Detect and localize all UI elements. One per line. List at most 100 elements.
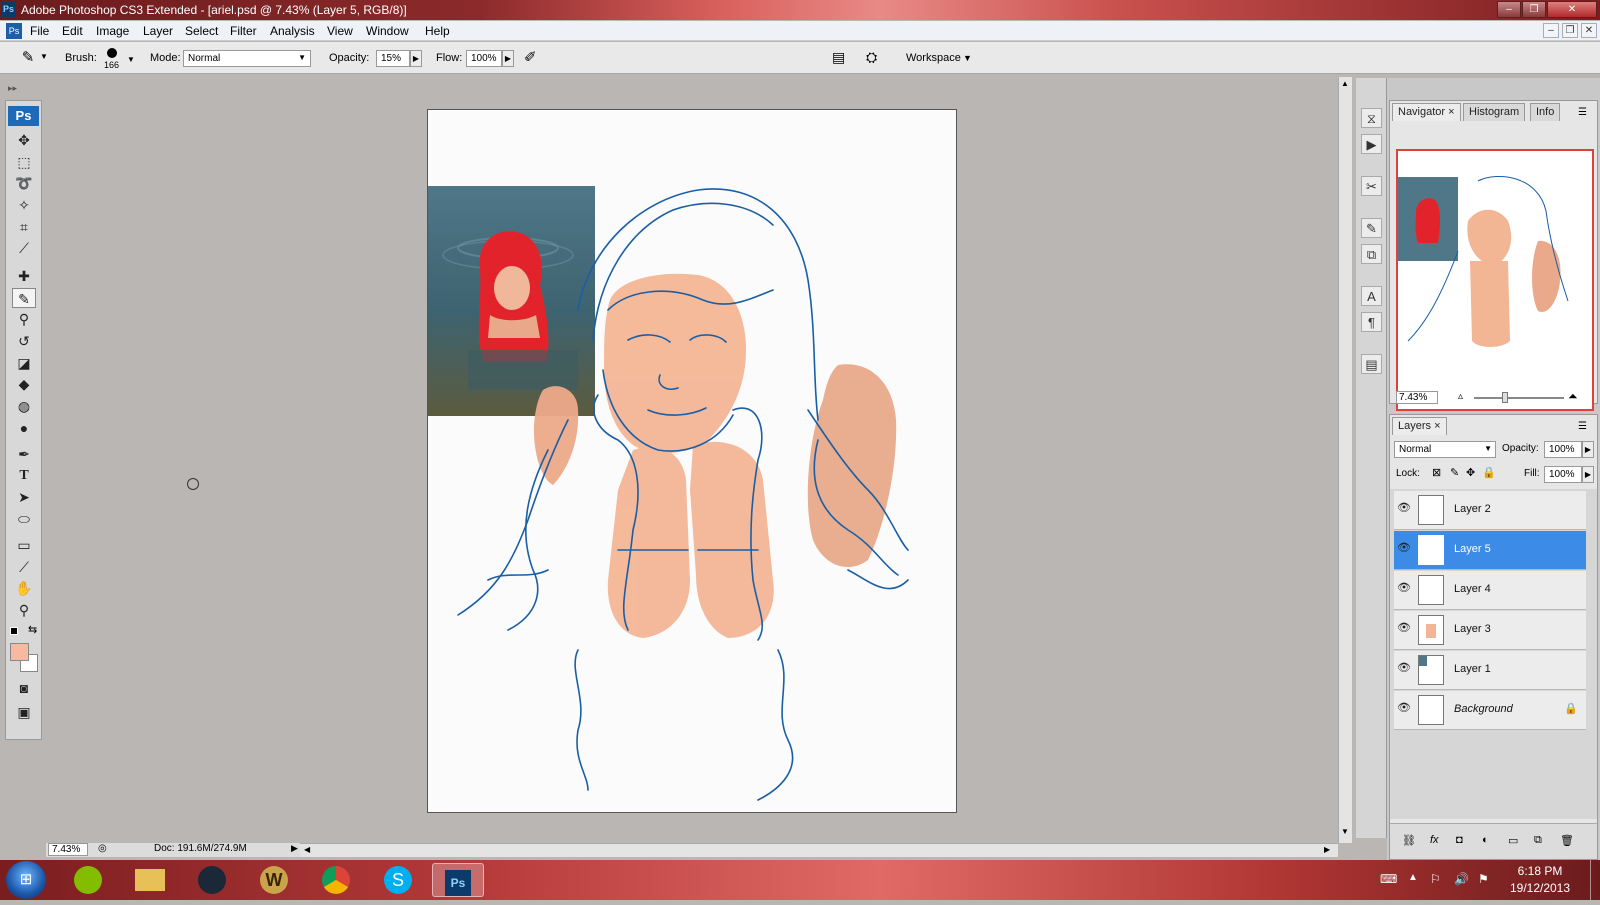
clone-source-icon[interactable]: ⧉	[1361, 244, 1382, 264]
status-info-icon[interactable]: ◎	[98, 843, 107, 854]
photoshop-icon[interactable]: Ps	[432, 863, 484, 897]
swap-colors-icon[interactable]: ⇆	[28, 623, 37, 636]
layer-comps-icon[interactable]: ▤	[1361, 354, 1382, 374]
paint-bucket-tool-icon[interactable]: ◆	[12, 374, 36, 394]
character-panel-icon[interactable]: A	[1361, 286, 1382, 306]
pen-tool-icon[interactable]: ✒	[12, 444, 36, 464]
menu-window[interactable]: Window	[366, 24, 409, 38]
blend-mode-select[interactable]: Normal ▼	[1394, 441, 1496, 458]
magic-wand-tool-icon[interactable]: ✧	[12, 195, 36, 215]
path-selection-tool-icon[interactable]: ➤	[12, 487, 36, 507]
scroll-right-icon[interactable]: ▶	[1324, 845, 1330, 854]
fill-slider-button[interactable]: ▶	[1582, 466, 1594, 483]
zoom-tool-icon[interactable]: ⚲	[12, 600, 36, 620]
dodge-tool-icon[interactable]: ●	[12, 418, 36, 438]
bridge-icon[interactable]: ⛭	[866, 49, 877, 66]
tab-info[interactable]: Info	[1530, 103, 1561, 121]
network-icon[interactable]: ⚐	[1430, 872, 1441, 886]
visibility-eye-icon[interactable]: 👁	[1396, 661, 1412, 677]
close-button[interactable]: ✕	[1547, 1, 1597, 18]
zoom-out-icon[interactable]: ▵	[1458, 391, 1463, 402]
type-tool-icon[interactable]: T	[12, 466, 36, 486]
visibility-eye-icon[interactable]: 👁	[1396, 581, 1412, 597]
volume-icon[interactable]: 🔊	[1454, 872, 1469, 886]
document-icon[interactable]: Ps	[6, 23, 22, 39]
add-mask-icon[interactable]: ◘	[1456, 834, 1463, 846]
menu-view[interactable]: View	[327, 24, 353, 38]
brushes-panel-icon[interactable]: ✎	[1361, 218, 1382, 238]
eyedropper-tool-icon[interactable]: ⟋	[12, 557, 36, 577]
layer-row[interactable]: 👁 Layer 2	[1394, 491, 1586, 530]
chevron-down-icon[interactable]: ▼	[40, 52, 48, 61]
scroll-down-icon[interactable]: ▼	[1341, 827, 1349, 836]
tab-navigator[interactable]: Navigator ×	[1392, 103, 1461, 121]
navigator-zoom-field[interactable]: 7.43%	[1396, 391, 1438, 404]
visibility-eye-icon[interactable]: 👁	[1396, 621, 1412, 637]
document-canvas[interactable]	[427, 109, 957, 813]
flow-slider-button[interactable]: ▶	[502, 50, 514, 67]
workspace-button[interactable]: Workspace	[906, 52, 961, 64]
menu-layer[interactable]: Layer	[143, 24, 173, 38]
visibility-eye-icon[interactable]: 👁	[1396, 541, 1412, 557]
horizontal-scrollbar[interactable]: ◀ ▶	[300, 843, 1338, 857]
layer-row-selected[interactable]: 👁 Layer 5	[1394, 531, 1586, 570]
navigator-slider-thumb[interactable]	[1502, 392, 1508, 403]
menu-filter[interactable]: Filter	[230, 24, 257, 38]
hand-tool-icon[interactable]: ✋	[12, 578, 36, 598]
new-layer-icon[interactable]: ⧉	[1534, 834, 1542, 847]
doc-minimize-button[interactable]: –	[1543, 23, 1559, 38]
palette-well-icon[interactable]: ▤	[832, 49, 845, 66]
healing-brush-tool-icon[interactable]: ✚	[12, 266, 36, 286]
lock-all-icon[interactable]: 🔒	[1482, 466, 1496, 479]
minimize-button[interactable]: ‒	[1497, 1, 1521, 18]
clock-time[interactable]: 6:18 PM	[1505, 864, 1575, 878]
file-explorer-icon[interactable]	[124, 863, 176, 897]
menu-edit[interactable]: Edit	[62, 24, 83, 38]
history-brush-tool-icon[interactable]: ↺	[12, 331, 36, 351]
adjustment-layer-icon[interactable]: ◐	[1482, 834, 1489, 846]
zoom-in-icon[interactable]: ⏶	[1568, 389, 1578, 404]
marquee-tool-icon[interactable]: ⬚	[12, 152, 36, 172]
quick-mask-icon[interactable]: ◙	[12, 678, 36, 698]
opacity-slider-button[interactable]: ▶	[410, 50, 422, 67]
airbrush-icon[interactable]: ✐	[524, 48, 537, 66]
warcraft-icon[interactable]: W	[248, 863, 300, 897]
visibility-eye-icon[interactable]: 👁	[1396, 701, 1412, 717]
zoom-field[interactable]: 7.43%	[48, 843, 88, 856]
default-colors-icon[interactable]	[10, 627, 18, 635]
ellipse-tool-icon[interactable]: ⬭	[12, 509, 36, 529]
scroll-up-icon[interactable]: ▲	[1341, 79, 1349, 88]
skype-icon[interactable]: S	[372, 863, 424, 897]
doc-restore-button[interactable]: ❐	[1562, 23, 1578, 38]
menu-select[interactable]: Select	[185, 24, 218, 38]
menu-file[interactable]: File	[30, 24, 49, 38]
keyboard-icon[interactable]: ⌨	[1380, 872, 1397, 886]
tool-presets-icon[interactable]: ✂	[1361, 176, 1382, 196]
show-desktop-button[interactable]	[1590, 860, 1600, 900]
blur-tool-icon[interactable]: ◍	[12, 396, 36, 416]
layer-style-icon[interactable]: fx	[1430, 834, 1439, 846]
lock-position-icon[interactable]: ✥	[1466, 466, 1475, 479]
actions-panel-icon[interactable]: ▶	[1361, 134, 1382, 154]
slice-tool-icon[interactable]: ⟋	[12, 238, 36, 258]
show-hidden-icons-chevron[interactable]: ▲	[1408, 872, 1418, 883]
doc-close-button[interactable]: ✕	[1581, 23, 1597, 38]
menu-analysis[interactable]: Analysis	[270, 24, 315, 38]
delete-layer-icon[interactable]: 🗑	[1560, 834, 1574, 847]
navigator-preview[interactable]	[1396, 149, 1594, 411]
lock-image-icon[interactable]: ✎	[1450, 466, 1459, 479]
opacity-input[interactable]: 15%	[376, 50, 410, 67]
layers-panel-menu-icon[interactable]: ☰	[1578, 421, 1587, 432]
brush-tip-icon[interactable]	[107, 48, 117, 58]
workspace-chevron-icon[interactable]: ▼	[963, 53, 972, 63]
lasso-tool-icon[interactable]: ➰	[12, 173, 36, 193]
action-center-icon[interactable]: ⚑	[1478, 872, 1489, 886]
tab-layers[interactable]: Layers ×	[1392, 417, 1447, 435]
layer-row[interactable]: 👁 Layer 1	[1394, 651, 1586, 690]
spotify-icon[interactable]	[62, 863, 114, 897]
screen-mode-icon[interactable]: ▣	[12, 702, 36, 722]
vertical-scrollbar[interactable]: ▲ ▼	[1338, 77, 1352, 843]
new-group-icon[interactable]: ▭	[1508, 834, 1518, 847]
status-menu-arrow-icon[interactable]: ▶	[291, 843, 298, 854]
move-tool-icon[interactable]: ✥	[12, 130, 36, 150]
